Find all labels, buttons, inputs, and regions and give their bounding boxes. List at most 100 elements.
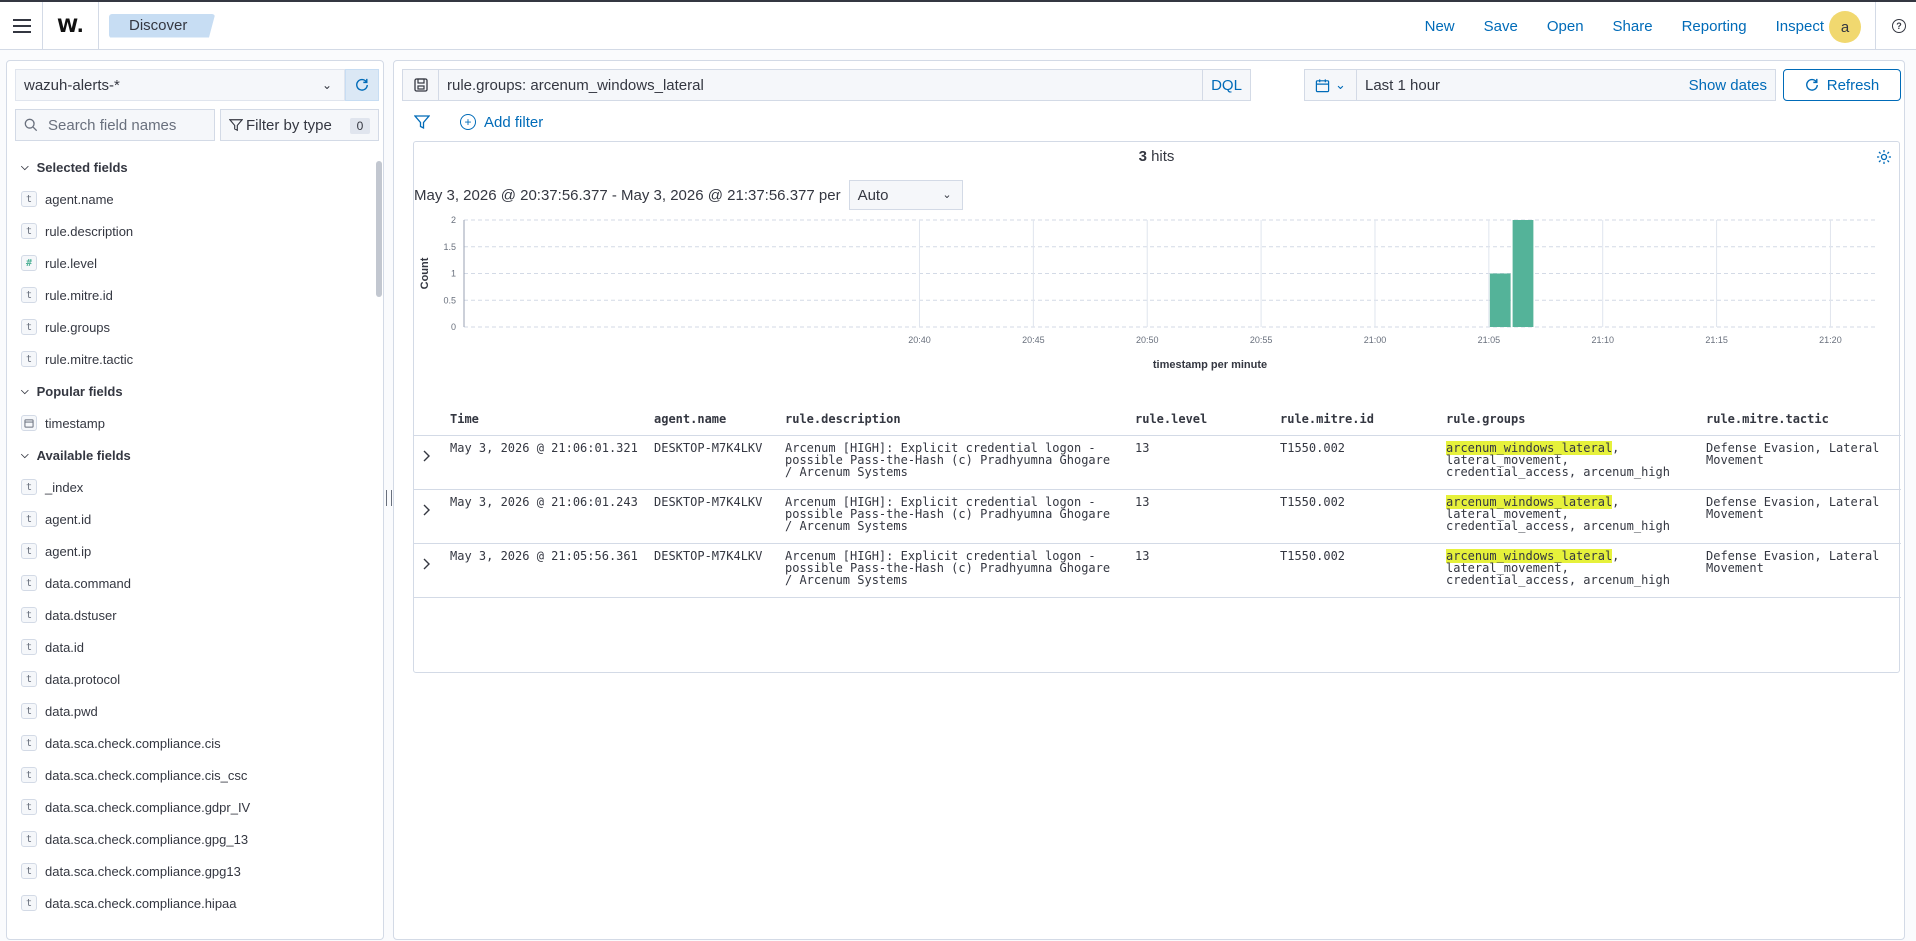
app-logo[interactable]: W. <box>43 2 98 50</box>
query-language-button[interactable]: DQL <box>1202 70 1250 100</box>
scrollbar-thumb[interactable] <box>376 161 382 297</box>
field-item[interactable]: t data.sca.check.compliance.cis_csc <box>7 759 377 791</box>
field-name: rule.description <box>45 223 134 239</box>
field-item[interactable]: t agent.id <box>7 503 377 535</box>
refresh-button[interactable]: Refresh <box>1783 69 1901 101</box>
index-pattern-select[interactable]: wazuh-alerts-* ⌄ <box>15 69 345 101</box>
share-link[interactable]: Share <box>1613 18 1653 35</box>
field-name: _index <box>45 479 84 495</box>
cell-rule-groups: arcenum_windows_lateral, lateral_movemen… <box>1446 549 1706 586</box>
field-item[interactable]: t data.sca.check.compliance.gdpr_IV <box>7 791 377 823</box>
calendar-icon <box>21 415 37 431</box>
panel-resize-handle[interactable] <box>386 490 392 506</box>
column-header-rule-groups[interactable]: rule.groups <box>1446 412 1706 426</box>
x-tick-label: 20:55 <box>1250 335 1273 345</box>
field-item[interactable]: t agent.name <box>7 183 377 215</box>
show-dates-button[interactable]: Show dates <box>1689 77 1775 94</box>
field-item[interactable]: t data.sca.check.compliance.gpg13 <box>7 855 377 887</box>
field-item[interactable]: t rule.groups <box>7 311 377 343</box>
column-header-rule-level[interactable]: rule.level <box>1135 412 1280 426</box>
results-panel: 3 hits May 3, 2026 @ 20:37:56.377 - May … <box>413 141 1901 673</box>
save-link[interactable]: Save <box>1484 18 1518 35</box>
chevron-right-icon <box>423 558 430 570</box>
expand-row-button[interactable] <box>414 442 450 464</box>
field-item[interactable]: t data.pwd <box>7 695 377 727</box>
refresh-icon <box>356 78 368 91</box>
top-header: W. Discover New Save Open Share Reportin… <box>0 0 1916 50</box>
field-item[interactable]: t data.protocol <box>7 663 377 695</box>
y-tick-label: 2 <box>451 215 456 225</box>
refresh-index-button[interactable] <box>345 69 379 101</box>
column-header-time[interactable]: Time <box>450 412 654 426</box>
histogram-bar <box>1512 220 1534 327</box>
field-item[interactable]: t rule.mitre.id <box>7 279 377 311</box>
field-name: rule.mitre.id <box>45 287 113 303</box>
inspect-link[interactable]: Inspect <box>1776 18 1824 35</box>
menu-toggle-button[interactable] <box>2 6 42 46</box>
field-name: data.dstuser <box>45 607 117 623</box>
sidebar-scrollbar[interactable] <box>375 151 383 939</box>
cell-rule-groups: arcenum_windows_lateral, lateral_movemen… <box>1446 495 1706 532</box>
saved-query-button[interactable] <box>403 70 439 100</box>
cell-agent-name: DESKTOP-M7K4LKV <box>654 441 763 455</box>
y-axis-title: Count <box>419 257 431 289</box>
field-search-input[interactable] <box>48 116 208 134</box>
interval-select[interactable]: Auto ⌄ <box>848 180 963 210</box>
string-type-icon: t <box>21 511 37 527</box>
cell-time: May 3, 2026 @ 21:06:01.243 <box>450 495 638 509</box>
field-item[interactable]: t data.command <box>7 567 377 599</box>
selected-fields-header[interactable]: ⌵ Selected fields <box>7 151 377 183</box>
string-type-icon: t <box>21 735 37 751</box>
string-type-icon: t <box>21 863 37 879</box>
x-tick-label: 20:50 <box>1136 335 1159 345</box>
reporting-link[interactable]: Reporting <box>1682 18 1747 35</box>
header-divider <box>1875 2 1876 50</box>
field-item[interactable]: t agent.ip <box>7 535 377 567</box>
chart-options-button[interactable] <box>1873 146 1895 168</box>
table-row: May 3, 2026 @ 21:06:01.321 DESKTOP-M7K4LK… <box>414 436 1901 490</box>
field-item[interactable]: timestamp <box>7 407 377 439</box>
expand-row-button[interactable] <box>414 496 450 518</box>
field-item[interactable]: # rule.level <box>7 247 377 279</box>
header-divider <box>98 1 99 50</box>
expand-row-button[interactable] <box>414 550 450 572</box>
table-row: May 3, 2026 @ 21:05:56.361 DESKTOP-M7K4LK… <box>414 544 1901 598</box>
filter-by-type-button[interactable]: Filter by type 0 <box>220 109 379 141</box>
add-filter-button[interactable]: + Add filter <box>460 114 543 131</box>
query-input[interactable]: rule.groups: arcenum_windows_lateral <box>439 77 1202 94</box>
string-type-icon: t <box>21 287 37 303</box>
cell-rule-level: 13 <box>1135 441 1150 455</box>
column-header-rule-mitre-id[interactable]: rule.mitre.id <box>1280 412 1446 426</box>
gear-icon <box>1877 150 1891 164</box>
field-item[interactable]: t data.sca.check.compliance.hipaa <box>7 887 377 919</box>
string-type-icon: t <box>21 543 37 559</box>
breadcrumb-discover[interactable]: Discover <box>109 13 216 38</box>
help-icon[interactable]: ? <box>1892 19 1906 33</box>
field-item[interactable]: t data.sca.check.compliance.gpg_13 <box>7 823 377 855</box>
x-tick-label: 21:10 <box>1591 335 1614 345</box>
field-item[interactable]: t data.id <box>7 631 377 663</box>
string-type-icon: t <box>21 319 37 335</box>
column-header-rule-mitre-tactic[interactable]: rule.mitre.tactic <box>1706 412 1896 426</box>
new-link[interactable]: New <box>1425 18 1455 35</box>
field-item[interactable]: t _index <box>7 471 377 503</box>
field-name: data.sca.check.compliance.hipaa <box>45 895 237 911</box>
histogram-chart: 0 0.5 1 1.5 2 20:40 20:45 20:50 20:55 21:00 21:05 2… <box>419 215 1876 371</box>
column-header-agent-name[interactable]: agent.name <box>654 412 785 426</box>
open-link[interactable]: Open <box>1547 18 1584 35</box>
available-fields-header[interactable]: ⌵ Available fields <box>7 439 377 471</box>
time-range-value[interactable]: Last 1 hour <box>1357 77 1689 94</box>
column-header-rule-description[interactable]: rule.description <box>785 412 1135 426</box>
date-picker: ⌄ Last 1 hour Show dates <box>1304 69 1776 101</box>
user-avatar[interactable]: a <box>1829 11 1861 43</box>
field-item[interactable]: t data.dstuser <box>7 599 377 631</box>
y-tick-label: 0 <box>451 322 456 332</box>
field-item[interactable]: t data.sca.check.compliance.cis <box>7 727 377 759</box>
popular-fields-header[interactable]: ⌵ Popular fields <box>7 375 377 407</box>
quick-select-button[interactable]: ⌄ <box>1305 70 1357 100</box>
filter-icon[interactable] <box>414 114 430 130</box>
field-item[interactable]: t rule.description <box>7 215 377 247</box>
field-name: rule.groups <box>45 319 111 335</box>
field-item[interactable]: t rule.mitre.tactic <box>7 343 377 375</box>
string-type-icon: t <box>21 351 37 367</box>
